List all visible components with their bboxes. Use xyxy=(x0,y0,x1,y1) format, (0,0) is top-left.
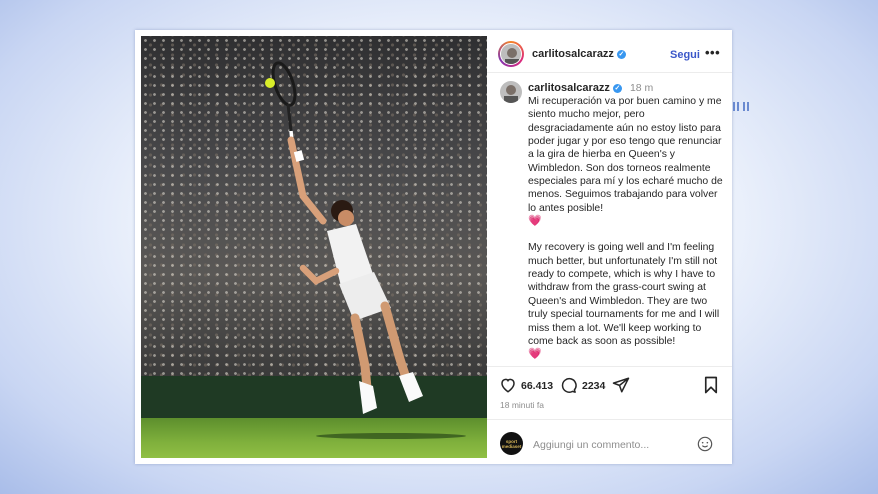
comment-input[interactable]: Aggiungi un commento... xyxy=(533,439,649,451)
more-icon[interactable]: ••• xyxy=(705,45,720,60)
tennis-player-figure xyxy=(265,61,466,439)
caption-username-text[interactable]: carlitosalcarazz xyxy=(528,82,610,94)
header-username-text[interactable]: carlitosalcarazz xyxy=(532,48,614,60)
caption-time: 18 m xyxy=(629,82,654,94)
verified-icon: ✓ xyxy=(616,50,626,59)
post-header: carlitosalcarazz ✓ Segui ••• xyxy=(487,36,732,73)
heart-icon[interactable] xyxy=(499,376,517,394)
instagram-post-card: carlitosalcarazz ✓ Segui ••• carlitosalca… xyxy=(135,30,732,464)
header-username[interactable]: carlitosalcarazz ✓ xyxy=(532,48,626,60)
heart-emoji: 💗 xyxy=(528,215,542,228)
posted-time: 18 minuti fa xyxy=(500,400,544,410)
post-actions: 66.413 2234 xyxy=(487,374,732,396)
caption-spanish: Mi recuperación va por buen camino y me … xyxy=(528,96,723,214)
likes-count[interactable]: 66.413 xyxy=(521,380,553,392)
author-avatar[interactable] xyxy=(498,41,524,67)
caption-english: My recovery is going well and I'm feelin… xyxy=(528,242,720,347)
emoji-icon[interactable] xyxy=(697,436,713,452)
bookmark-icon[interactable] xyxy=(703,376,719,394)
share-icon[interactable] xyxy=(612,376,630,394)
caption-author-avatar[interactable] xyxy=(500,81,522,103)
post-side-panel: carlitosalcarazz ✓ Segui ••• carlitosalca… xyxy=(487,36,732,464)
heart-emoji: 💗 xyxy=(528,348,542,361)
post-photo[interactable] xyxy=(141,36,487,458)
comment-bar: sport mediaset Aggiungi un commento... xyxy=(487,426,732,464)
commenter-avatar: sport mediaset xyxy=(500,432,523,455)
follow-button[interactable]: Segui xyxy=(670,49,700,61)
caption-text: Mi recuperación va por buen camino y me … xyxy=(528,95,728,362)
comment-icon[interactable] xyxy=(559,376,577,394)
comments-count[interactable]: 2234 xyxy=(582,380,605,392)
comment-divider xyxy=(487,419,732,420)
caption-username[interactable]: carlitosalcarazz ✓ 18 m xyxy=(528,82,653,94)
actions-divider xyxy=(487,366,732,367)
decorative-dots-icon xyxy=(733,102,749,111)
verified-icon: ✓ xyxy=(612,84,622,93)
avatar-photo xyxy=(500,43,522,65)
